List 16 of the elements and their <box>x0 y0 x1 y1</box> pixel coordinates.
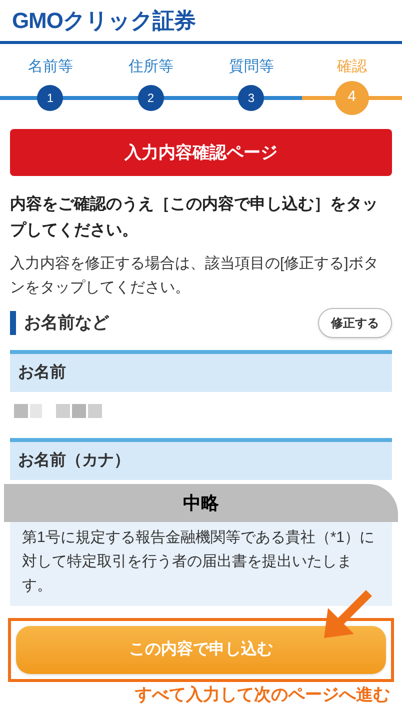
declaration-text: 第1号に規定する報告金融機関等である貴社（*1）に対して特定取引を行う者の届出書を提出いたします。 <box>22 528 376 596</box>
step-label: 質問等 <box>228 57 274 77</box>
note-text: 入力内容を修正する場合は、該当項目の[修正する]ボタンをタップしてください。 <box>10 254 380 298</box>
instruction-text: 内容をご確認のうえ［この内容で申し込む］をタップしてください。 <box>10 194 379 241</box>
section-marker <box>10 311 16 335</box>
field-header: お名前（カナ） <box>10 438 392 480</box>
section-title: お名前など <box>24 312 109 334</box>
omission-overlay: 中略 <box>4 484 398 522</box>
callout-text: すべて入力して次のページへ進む <box>135 684 390 706</box>
field-header: お名前 <box>10 350 392 392</box>
edit-button[interactable]: 修正する <box>318 308 392 338</box>
step-label: 名前等 <box>28 57 73 77</box>
logo: GMOクリック証券 <box>12 8 196 33</box>
step-label: 確認 <box>336 57 367 77</box>
page-banner: 入力内容確認ページ <box>10 128 392 176</box>
step-label: 住所等 <box>128 57 174 77</box>
